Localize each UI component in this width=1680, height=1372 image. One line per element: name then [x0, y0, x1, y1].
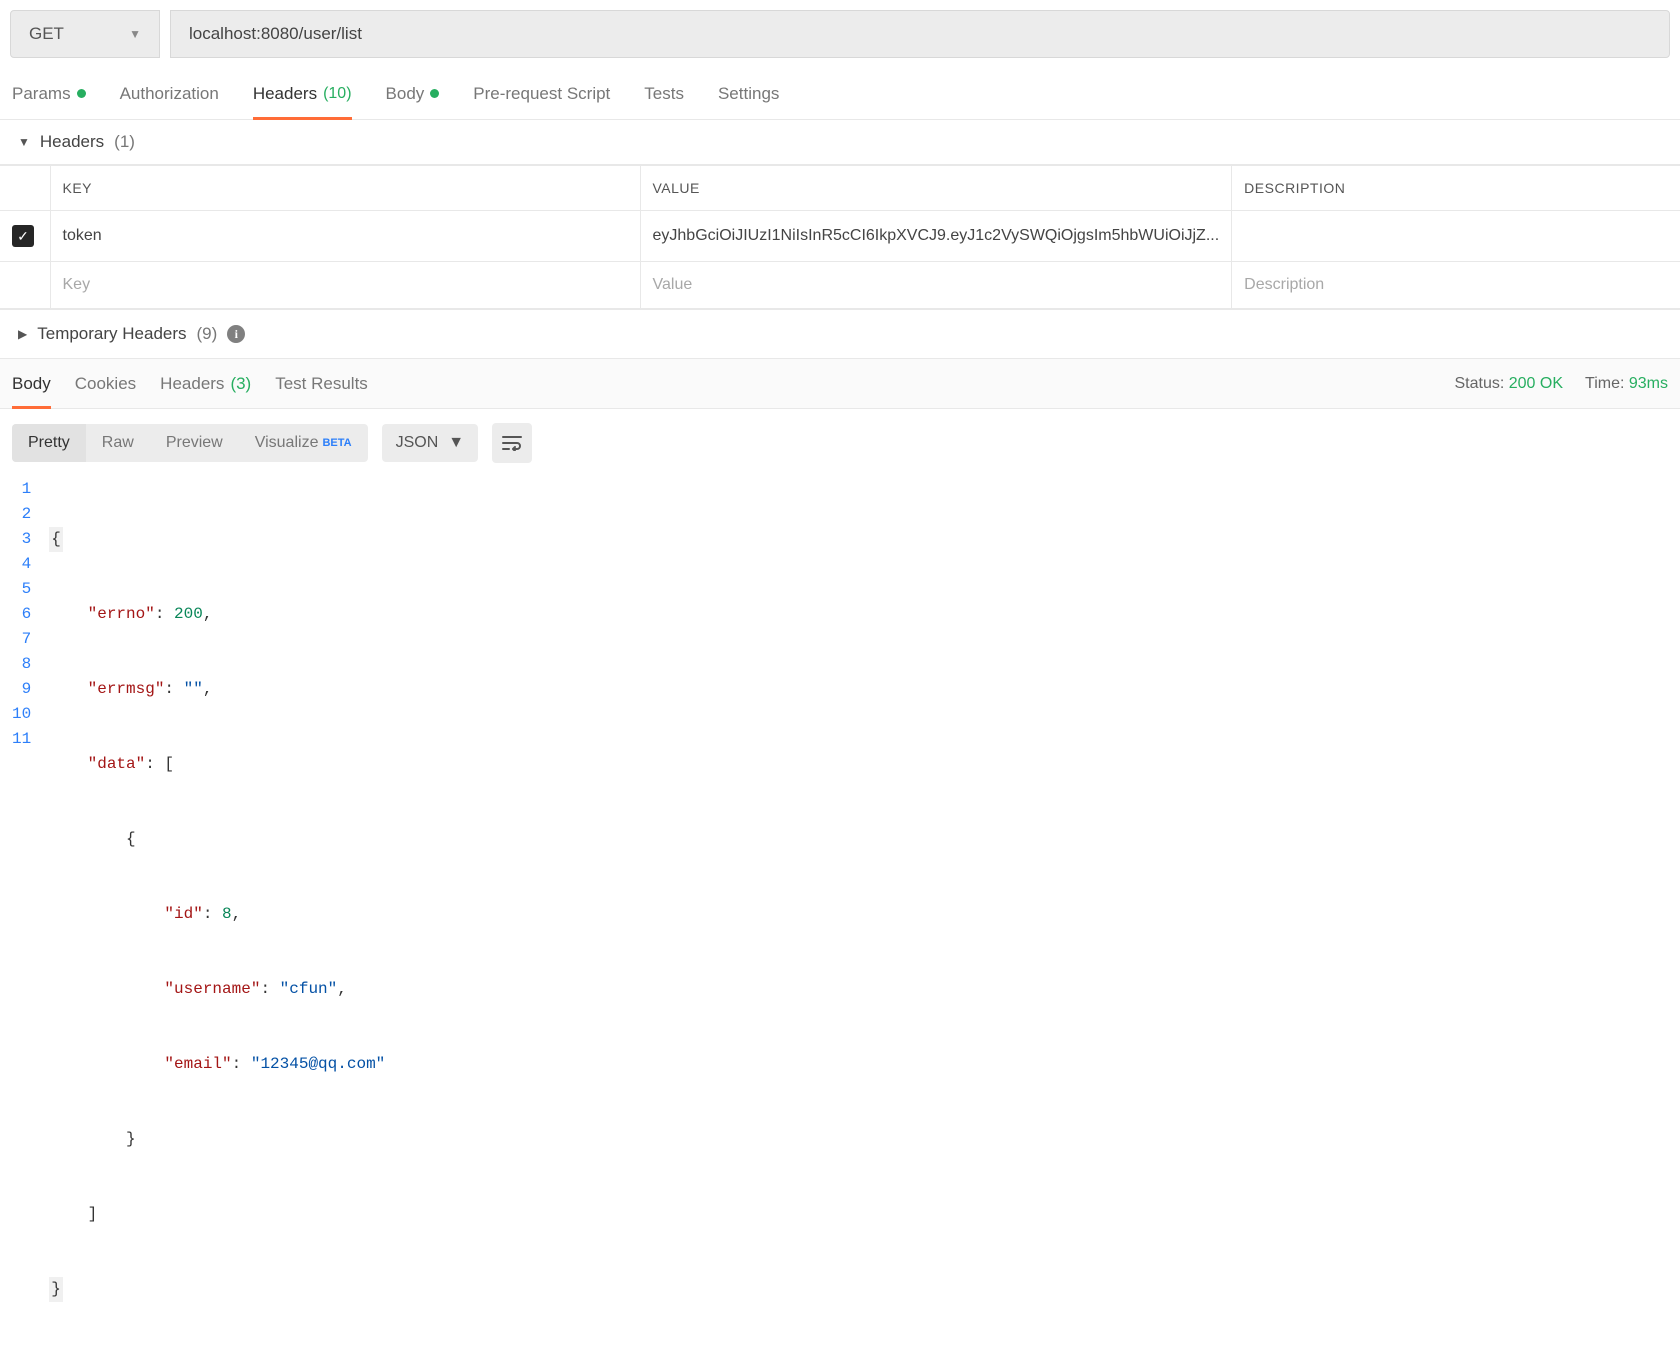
response-tab-cookies[interactable]: Cookies [75, 359, 136, 408]
tab-settings[interactable]: Settings [718, 68, 779, 119]
tab-tests-label: Tests [644, 84, 684, 104]
viewmode-visualize-label: Visualize [255, 434, 319, 452]
request-tabs: Params Authorization Headers (10) Body P… [0, 68, 1680, 120]
response-tabs: Body Cookies Headers (3) Test Results [12, 359, 368, 408]
caret-right-icon: ▶ [18, 327, 27, 341]
chevron-down-icon: ▼ [129, 27, 141, 41]
viewmode-visualize[interactable]: Visualize BETA [239, 424, 368, 462]
headers-section-title: Headers [40, 132, 104, 152]
col-value: VALUE [640, 166, 1232, 211]
response-tab-body-label: Body [12, 374, 51, 394]
tab-tests[interactable]: Tests [644, 68, 684, 119]
response-tab-cookies-label: Cookies [75, 374, 136, 394]
tab-authorization[interactable]: Authorization [120, 68, 219, 119]
response-tab-tests-label: Test Results [275, 374, 368, 394]
headers-section-count: (1) [114, 132, 135, 152]
request-bar: GET ▼ [0, 0, 1680, 68]
response-bar: Body Cookies Headers (3) Test Results St… [0, 359, 1680, 409]
tab-authorization-label: Authorization [120, 84, 219, 104]
viewmode-raw[interactable]: Raw [86, 424, 150, 462]
code-content[interactable]: { "errno": 200, "errmsg": "", "data": [ … [49, 477, 1668, 1352]
response-tab-headers[interactable]: Headers (3) [160, 359, 251, 408]
status-value: 200 OK [1509, 375, 1563, 392]
http-method-value: GET [29, 24, 64, 44]
tab-headers-label: Headers [253, 84, 317, 104]
headers-table: KEY VALUE DESCRIPTION ✓ token eyJhbGciOi… [0, 165, 1680, 309]
line-gutter: 1 2 3 4 5 6 7 8 9 10 11 [12, 477, 49, 1352]
header-value-placeholder[interactable]: Value [640, 262, 1232, 309]
row-checkbox[interactable]: ✓ [12, 225, 34, 247]
temporary-headers-header[interactable]: ▶ Temporary Headers (9) i [0, 309, 1680, 359]
caret-down-icon: ▼ [18, 135, 30, 149]
header-desc-placeholder[interactable]: Description [1232, 262, 1680, 309]
format-select[interactable]: JSON ▼ [382, 424, 479, 462]
response-status-info: Status: 200 OK Time: 93ms [1454, 375, 1668, 393]
url-input[interactable] [170, 10, 1670, 58]
col-checkbox [0, 166, 50, 211]
header-value-cell[interactable]: eyJhbGciOiJIUzI1NiIsInR5cCI6IkpXVCJ9.eyJ… [640, 211, 1232, 262]
chevron-down-icon: ▼ [448, 434, 464, 452]
response-tab-headers-label: Headers [160, 374, 224, 394]
tab-params-label: Params [12, 84, 71, 104]
header-row-empty: Key Value Description [0, 262, 1680, 309]
viewmode-pretty[interactable]: Pretty [12, 424, 86, 462]
beta-badge: BETA [322, 437, 351, 449]
wrap-lines-button[interactable] [492, 423, 532, 463]
time-value: 93ms [1629, 375, 1668, 392]
info-icon[interactable]: i [227, 325, 245, 343]
col-description: DESCRIPTION [1232, 166, 1680, 211]
response-body: 1 2 3 4 5 6 7 8 9 10 11 { "errno": 200, … [0, 477, 1680, 1372]
time-label: Time: [1585, 375, 1624, 392]
tab-prerequest[interactable]: Pre-request Script [473, 68, 610, 119]
header-desc-cell[interactable] [1232, 211, 1680, 262]
col-key: KEY [50, 166, 640, 211]
tab-settings-label: Settings [718, 84, 779, 104]
response-tab-headers-count: (3) [230, 374, 251, 394]
temporary-headers-count: (9) [197, 324, 218, 344]
tab-headers[interactable]: Headers (10) [253, 68, 352, 119]
viewmode-bar: Pretty Raw Preview Visualize BETA JSON ▼ [0, 409, 1680, 477]
response-tab-tests[interactable]: Test Results [275, 359, 368, 408]
header-key-placeholder[interactable]: Key [50, 262, 640, 309]
status-dot-icon [77, 89, 86, 98]
headers-section-header[interactable]: ▼ Headers (1) [0, 120, 1680, 165]
viewmode-preview[interactable]: Preview [150, 424, 239, 462]
tab-body-label: Body [386, 84, 425, 104]
viewmode-group: Pretty Raw Preview Visualize BETA [12, 424, 368, 462]
tab-body[interactable]: Body [386, 68, 440, 119]
temporary-headers-title: Temporary Headers [37, 324, 186, 344]
status-dot-icon [430, 89, 439, 98]
http-method-select[interactable]: GET ▼ [10, 10, 160, 58]
status-label: Status: [1454, 375, 1504, 392]
header-key-cell[interactable]: token [50, 211, 640, 262]
tab-headers-count: (10) [323, 85, 351, 103]
header-row: ✓ token eyJhbGciOiJIUzI1NiIsInR5cCI6IkpX… [0, 211, 1680, 262]
tab-params[interactable]: Params [12, 68, 86, 119]
response-tab-body[interactable]: Body [12, 359, 51, 408]
format-value: JSON [396, 434, 439, 452]
tab-prerequest-label: Pre-request Script [473, 84, 610, 104]
